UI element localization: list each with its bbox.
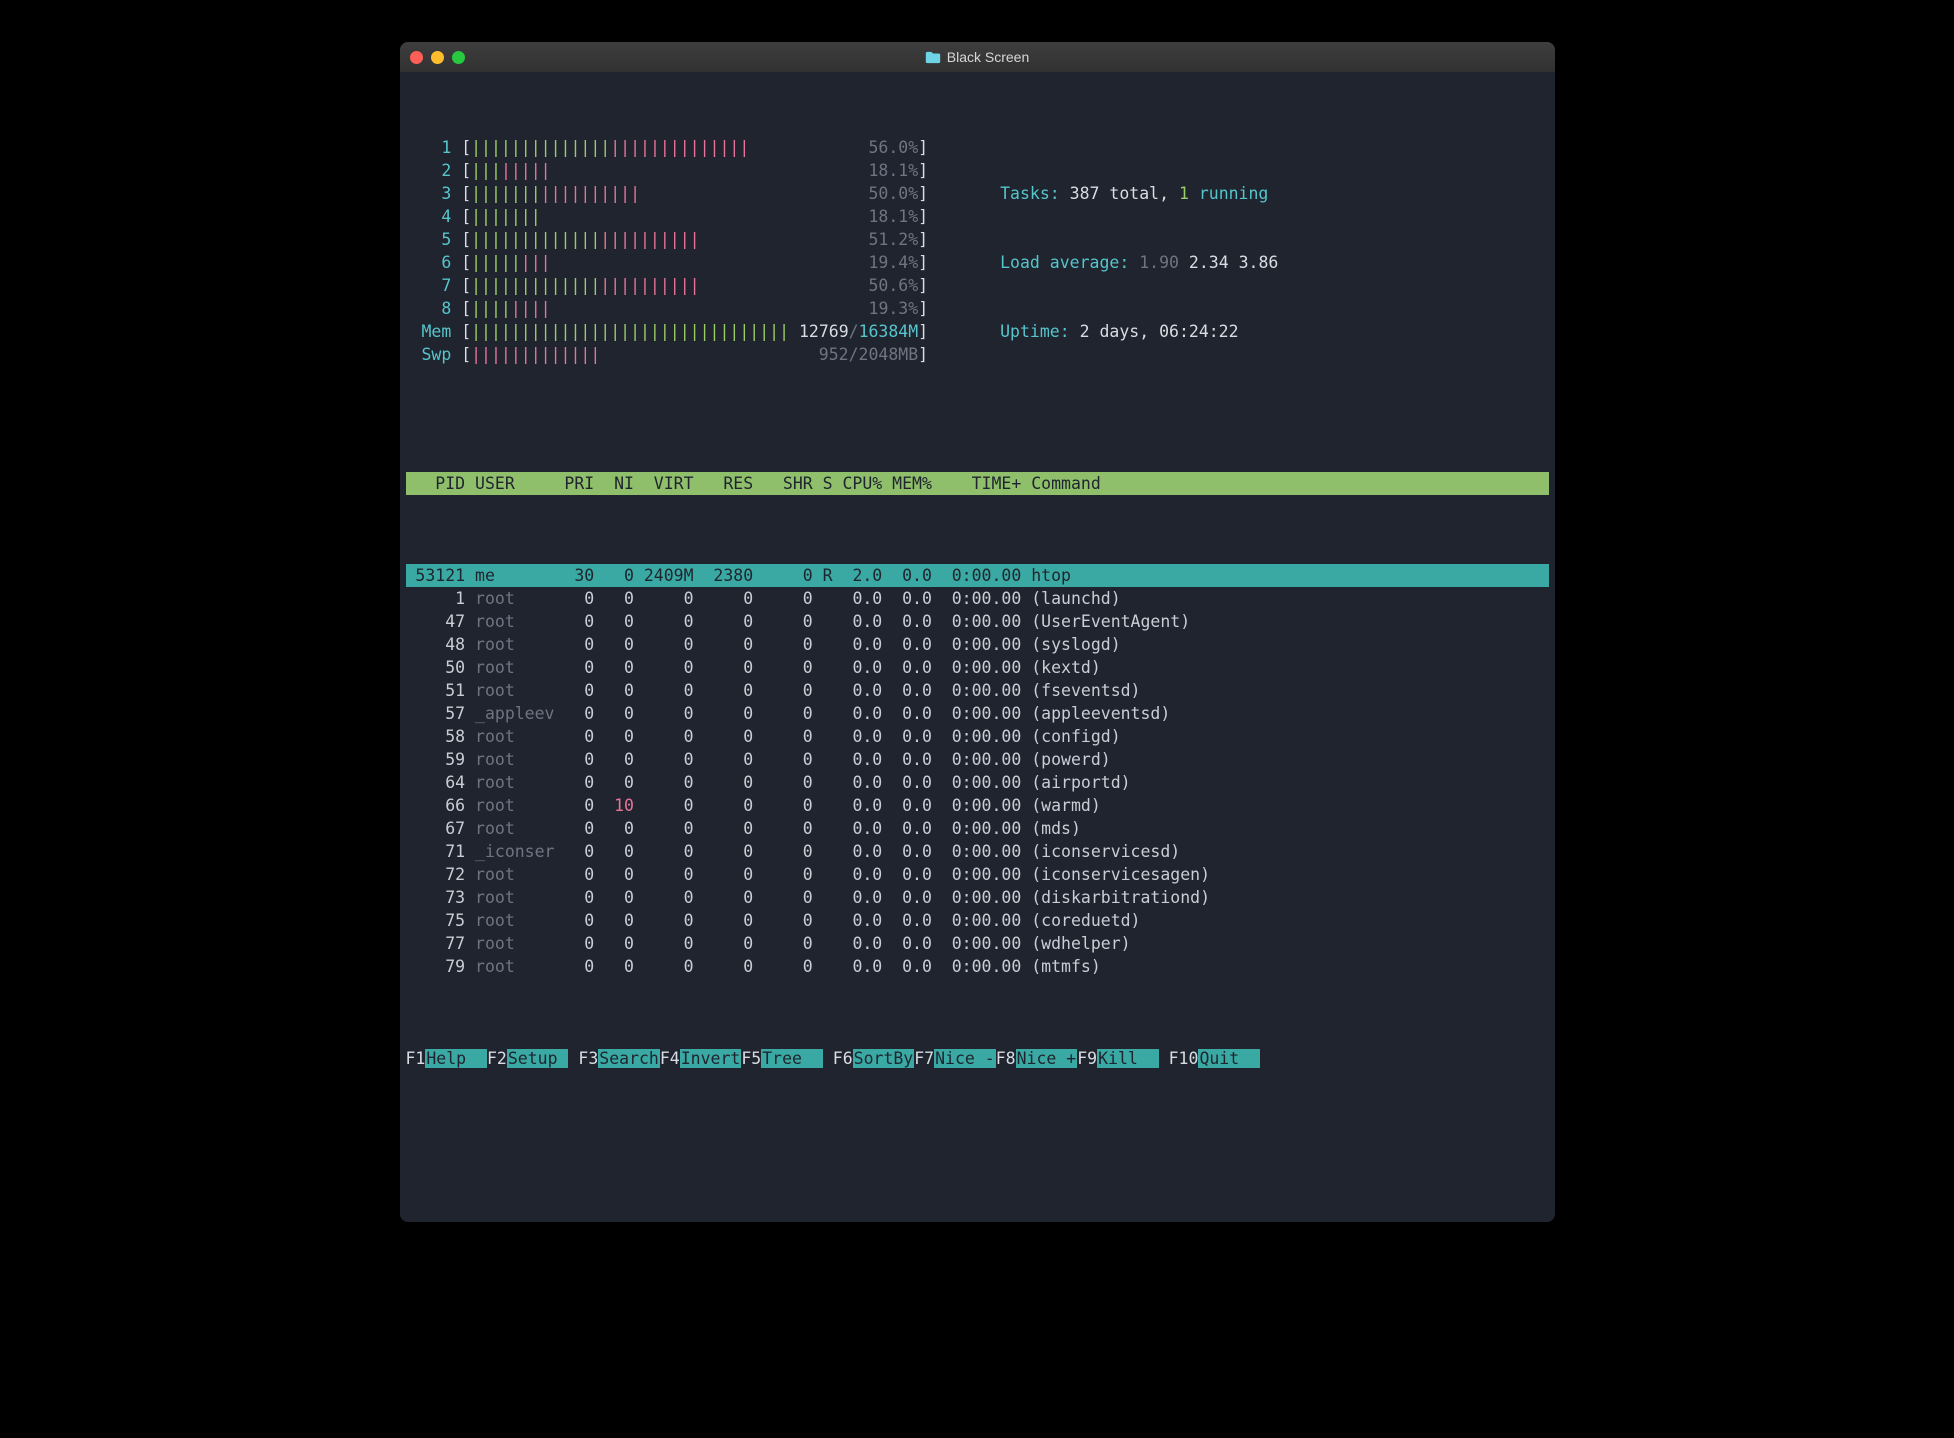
cpu-meter-1: 1[|||||||||||||||||||||||||||| 56.0%] bbox=[418, 136, 929, 159]
process-row[interactable]: 73root000000.00.00:00.00(diskarbitration… bbox=[406, 886, 1549, 909]
fkey-f9[interactable]: F9Kill bbox=[1077, 1047, 1158, 1070]
process-row[interactable]: 1root000000.00.00:00.00(launchd) bbox=[406, 587, 1549, 610]
col-pri[interactable]: PRI bbox=[554, 472, 594, 495]
fkey-f7[interactable]: F7Nice - bbox=[914, 1047, 995, 1070]
process-row[interactable]: 47root000000.00.00:00.00(UserEventAgent) bbox=[406, 610, 1549, 633]
summary-panel: Tasks: 387 total, 1 running Load average… bbox=[988, 136, 1278, 389]
load-line: Load average: 1.90 2.34 3.86 bbox=[1000, 251, 1278, 274]
terminal-body[interactable]: 1[|||||||||||||||||||||||||||| 56.0%]2[|… bbox=[400, 72, 1555, 1222]
process-row[interactable]: 57_appleev000000.00.00:00.00(appleevents… bbox=[406, 702, 1549, 725]
cpu-meter-3: 3[||||||||||||||||| 50.0%] bbox=[418, 182, 929, 205]
mem-meter: Mem[|||||||||||||||||||||||||||||||| 127… bbox=[418, 320, 929, 343]
col-pid[interactable]: PID bbox=[406, 472, 466, 495]
fkey-f2[interactable]: F2Setup bbox=[487, 1047, 568, 1070]
fkey-f5[interactable]: F5Tree bbox=[741, 1047, 822, 1070]
swap-meter: Swp[||||||||||||| 952/2048MB] bbox=[418, 343, 929, 366]
process-row[interactable]: 79root000000.00.00:00.00(mtmfs) bbox=[406, 955, 1549, 978]
folder-icon bbox=[925, 51, 941, 64]
process-row[interactable]: 59root000000.00.00:00.00(powerd) bbox=[406, 748, 1549, 771]
col-res[interactable]: RES bbox=[694, 472, 754, 495]
col-cpu[interactable]: CPU% bbox=[833, 472, 883, 495]
cpu-meter-6: 6[|||||||| 19.4%] bbox=[418, 251, 929, 274]
fkey-f1[interactable]: F1Help bbox=[406, 1047, 487, 1070]
col-user[interactable]: USER bbox=[465, 472, 554, 495]
col-time[interactable]: TIME+ bbox=[932, 472, 1021, 495]
process-row[interactable]: 67root000000.00.00:00.00(mds) bbox=[406, 817, 1549, 840]
tasks-line: Tasks: 387 total, 1 running bbox=[1000, 182, 1278, 205]
process-row[interactable]: 72root000000.00.00:00.00(iconservicesage… bbox=[406, 863, 1549, 886]
col-ni[interactable]: NI bbox=[594, 472, 634, 495]
cpu-meter-7: 7[||||||||||||||||||||||| 50.6%] bbox=[418, 274, 929, 297]
cpu-meter-8: 8[|||||||| 19.3%] bbox=[418, 297, 929, 320]
process-row[interactable]: 71_iconser000000.00.00:00.00(iconservice… bbox=[406, 840, 1549, 863]
uptime-line: Uptime: 2 days, 06:24:22 bbox=[1000, 320, 1278, 343]
cpu-meter-4: 4[||||||| 18.1%] bbox=[418, 205, 929, 228]
fkey-f10[interactable]: F10Quit bbox=[1169, 1047, 1260, 1070]
col-shr[interactable]: SHR bbox=[753, 472, 813, 495]
fkey-f4[interactable]: F4Invert bbox=[660, 1047, 741, 1070]
fkey-f8[interactable]: F8Nice + bbox=[996, 1047, 1077, 1070]
fkey-f6[interactable]: F6SortBy bbox=[833, 1047, 914, 1070]
process-row[interactable]: 64root000000.00.00:00.00(airportd) bbox=[406, 771, 1549, 794]
col-virt[interactable]: VIRT bbox=[634, 472, 694, 495]
process-row[interactable]: 75root000000.00.00:00.00(coreduetd) bbox=[406, 909, 1549, 932]
cpu-meters: 1[|||||||||||||||||||||||||||| 56.0%]2[|… bbox=[406, 136, 929, 389]
process-row[interactable]: 53121me3002409M23800R2.00.00:00.00htop bbox=[406, 564, 1549, 587]
titlebar[interactable]: Black Screen bbox=[400, 42, 1555, 72]
cpu-meter-2: 2[|||||||| 18.1%] bbox=[418, 159, 929, 182]
window-title: Black Screen bbox=[400, 49, 1555, 65]
col-s[interactable]: S bbox=[813, 472, 833, 495]
process-row[interactable]: 58root000000.00.00:00.00(configd) bbox=[406, 725, 1549, 748]
col-mem[interactable]: MEM% bbox=[882, 472, 932, 495]
process-row[interactable]: 77root000000.00.00:00.00(wdhelper) bbox=[406, 932, 1549, 955]
fkey-bar: F1Help F2Setup F3SearchF4InvertF5Tree F6… bbox=[406, 1047, 1549, 1070]
process-row[interactable]: 66root0100000.00.00:00.00(warmd) bbox=[406, 794, 1549, 817]
process-row[interactable]: 50root000000.00.00:00.00(kextd) bbox=[406, 656, 1549, 679]
fkey-f3[interactable]: F3Search bbox=[578, 1047, 659, 1070]
process-list[interactable]: 53121me3002409M23800R2.00.00:00.00htop1r… bbox=[406, 564, 1549, 978]
process-row[interactable]: 51root000000.00.00:00.00(fseventsd) bbox=[406, 679, 1549, 702]
cpu-meter-5: 5[||||||||||||||||||||||| 51.2%] bbox=[418, 228, 929, 251]
col-cmd[interactable]: Command bbox=[1021, 472, 1105, 495]
terminal-window: Black Screen 1[|||||||||||||||||||||||||… bbox=[400, 42, 1555, 1222]
process-header[interactable]: PID USER PRI NI VIRT RES SHR S CPU% MEM%… bbox=[406, 472, 1549, 495]
process-row[interactable]: 48root000000.00.00:00.00(syslogd) bbox=[406, 633, 1549, 656]
